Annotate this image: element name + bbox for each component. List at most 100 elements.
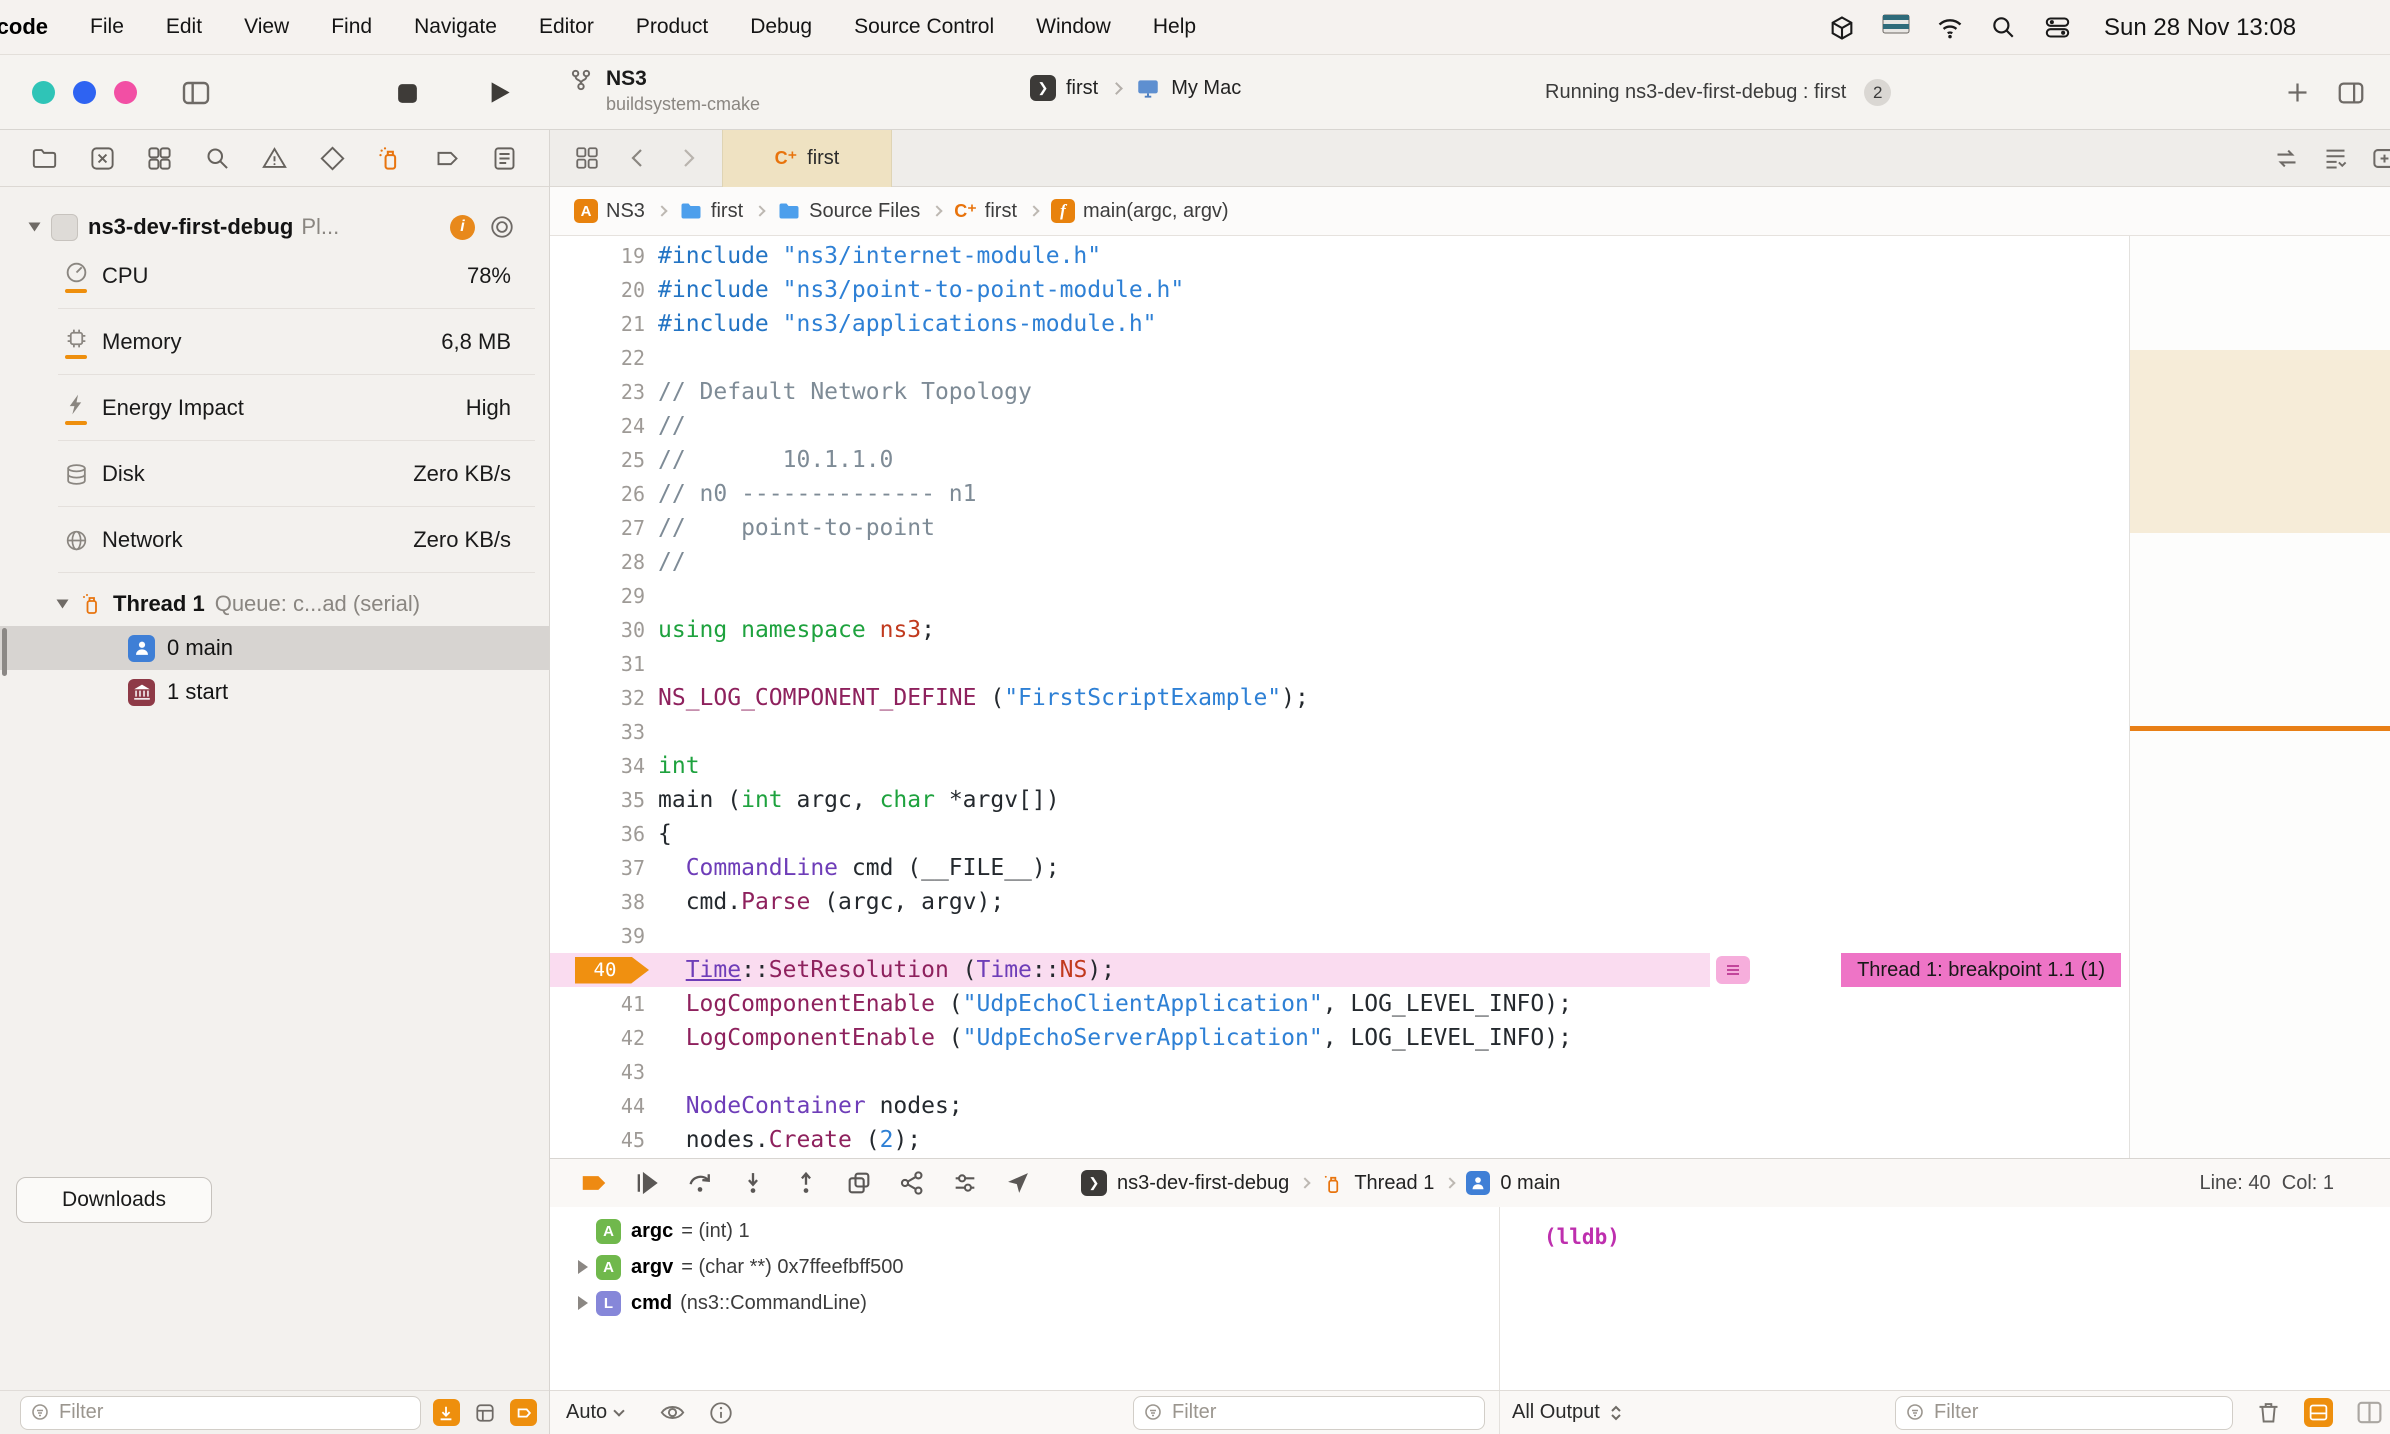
line-number[interactable]: 41 bbox=[550, 992, 645, 1016]
breadcrumb-group-first[interactable]: first bbox=[679, 199, 743, 223]
line-number[interactable]: 29 bbox=[550, 584, 645, 608]
window-zoom-button[interactable] bbox=[114, 81, 137, 104]
debug-navigator-button[interactable] bbox=[373, 141, 407, 175]
menu-item-debug[interactable]: Debug bbox=[750, 15, 812, 39]
memory-graph-button[interactable] bbox=[896, 1167, 928, 1199]
code-text[interactable]: main (int argc, char *argv[]) bbox=[658, 787, 1060, 813]
gauge-row-disk[interactable]: Disk Zero KB/s bbox=[0, 441, 549, 507]
report-navigator-button[interactable] bbox=[488, 141, 522, 175]
stack-frame-main[interactable]: 0 main bbox=[0, 626, 549, 670]
line-number[interactable]: 38 bbox=[550, 890, 645, 914]
menu-item-window[interactable]: Window bbox=[1036, 15, 1111, 39]
line-number[interactable]: 43 bbox=[550, 1060, 645, 1084]
control-center-icon[interactable] bbox=[2044, 14, 2072, 42]
menu-item-view[interactable]: View bbox=[244, 15, 289, 39]
add-editor-button[interactable] bbox=[2371, 145, 2390, 172]
code-text[interactable]: int bbox=[658, 753, 700, 779]
line-number[interactable]: 30 bbox=[550, 618, 645, 642]
source-control-navigator-button[interactable] bbox=[85, 141, 119, 175]
code-text[interactable]: #include "ns3/applications-module.h" bbox=[658, 311, 1157, 337]
step-out-button[interactable] bbox=[790, 1167, 822, 1199]
cube-icon[interactable] bbox=[1828, 14, 1856, 42]
issue-navigator-button[interactable] bbox=[258, 141, 292, 175]
view-hierarchy-button[interactable] bbox=[843, 1167, 875, 1199]
breakpoint-actions-icon[interactable] bbox=[1716, 956, 1750, 984]
menu-app-name[interactable]: Xcode bbox=[0, 14, 48, 40]
line-number[interactable]: 23 bbox=[550, 380, 645, 404]
code-text[interactable]: { bbox=[658, 821, 672, 847]
code-text[interactable]: // bbox=[658, 549, 686, 575]
variable-row-argc[interactable]: A argc = (int) 1 bbox=[550, 1213, 1499, 1249]
related-items-button[interactable] bbox=[574, 145, 600, 171]
code-text[interactable]: cmd.Parse (argc, argv); bbox=[658, 889, 1005, 915]
step-into-button[interactable] bbox=[737, 1167, 769, 1199]
gauge-row-cpu[interactable]: CPU 78% bbox=[0, 243, 549, 309]
view-mode-icon[interactable] bbox=[489, 214, 515, 240]
thread-row[interactable]: Thread 1 Queue: c...ad (serial) bbox=[0, 582, 549, 626]
code-text[interactable]: #include "ns3/internet-module.h" bbox=[658, 243, 1101, 269]
line-number[interactable]: 31 bbox=[550, 652, 645, 676]
continue-button[interactable] bbox=[631, 1167, 663, 1199]
breakpoint-activation-button[interactable] bbox=[578, 1167, 610, 1199]
line-number[interactable]: 34 bbox=[550, 754, 645, 778]
input-source-flag-icon[interactable] bbox=[1882, 14, 1910, 42]
source-editor[interactable]: 19 #include "ns3/internet-module.h" 20 #inc… bbox=[550, 236, 2390, 1158]
variables-pane-toggle-button[interactable] bbox=[2355, 1398, 2384, 1427]
line-number[interactable]: 33 bbox=[550, 720, 645, 744]
downloads-button[interactable]: Downloads bbox=[16, 1177, 212, 1223]
line-number[interactable]: 37 bbox=[550, 856, 645, 880]
breadcrumb-function[interactable]: main(argc, argv) bbox=[1051, 199, 1229, 223]
menu-item-file[interactable]: File bbox=[90, 15, 124, 39]
chevron-down-icon[interactable] bbox=[56, 599, 69, 609]
variable-info-button[interactable] bbox=[708, 1400, 734, 1426]
line-number[interactable]: 20 bbox=[550, 278, 645, 302]
chevron-down-icon[interactable] bbox=[28, 222, 41, 232]
menu-clock[interactable]: Sun 28 Nov 13:08 bbox=[2104, 14, 2296, 42]
variables-scope-selector[interactable]: Auto bbox=[566, 1401, 625, 1424]
forward-button[interactable] bbox=[676, 146, 700, 170]
line-number[interactable]: 35 bbox=[550, 788, 645, 812]
breakpoint-marker[interactable]: 40 bbox=[575, 956, 649, 984]
menu-item-help[interactable]: Help bbox=[1153, 15, 1196, 39]
quick-look-eye-button[interactable] bbox=[659, 1399, 686, 1426]
menu-item-editor[interactable]: Editor bbox=[539, 15, 594, 39]
code-text[interactable]: LogComponentEnable ("UdpEchoClientApplic… bbox=[658, 991, 1572, 1017]
debug-filter-toggle-3-button[interactable] bbox=[510, 1399, 538, 1426]
disclosure-triangle-icon[interactable] bbox=[570, 1296, 596, 1310]
line-number[interactable]: 42 bbox=[550, 1026, 645, 1050]
symbol-navigator-button[interactable] bbox=[143, 141, 177, 175]
code-text[interactable]: CommandLine cmd (__FILE__); bbox=[658, 855, 1060, 881]
gauge-row-memory[interactable]: Memory 6,8 MB bbox=[0, 309, 549, 375]
code-text[interactable]: // bbox=[658, 413, 686, 439]
library-plus-button[interactable] bbox=[2284, 79, 2311, 106]
code-text[interactable]: Time::SetResolution (Time::NS); bbox=[658, 957, 1115, 983]
step-over-button[interactable] bbox=[684, 1167, 716, 1199]
menu-item-product[interactable]: Product bbox=[636, 15, 708, 39]
code-text[interactable]: // point-to-point bbox=[658, 515, 935, 541]
sidebar-toggle-button[interactable] bbox=[180, 77, 212, 109]
line-number[interactable]: 21 bbox=[550, 312, 645, 336]
process-info-icon[interactable] bbox=[450, 214, 475, 240]
issues-count-badge[interactable]: 2 bbox=[1864, 79, 1892, 106]
tab-first[interactable]: first bbox=[722, 129, 892, 187]
code-text[interactable]: using namespace ns3; bbox=[658, 617, 935, 643]
breakpoint-annotation[interactable]: Thread 1: breakpoint 1.1 (1) bbox=[1841, 953, 2121, 987]
gauge-row-energy[interactable]: Energy Impact High bbox=[0, 375, 549, 441]
destination-name[interactable]: My Mac bbox=[1171, 77, 1241, 100]
line-number[interactable]: 36 bbox=[550, 822, 645, 846]
stop-button[interactable] bbox=[395, 81, 420, 106]
line-number[interactable]: 25 bbox=[550, 448, 645, 472]
breadcrumb-source-files[interactable]: Source Files bbox=[777, 199, 920, 223]
editor-layout-button[interactable] bbox=[2322, 145, 2349, 172]
code-text[interactable]: // 10.1.1.0 bbox=[658, 447, 893, 473]
line-number[interactable]: 24 bbox=[550, 414, 645, 438]
console-pane[interactable]: (lldb) bbox=[1500, 1207, 2390, 1390]
line-number[interactable]: 27 bbox=[550, 516, 645, 540]
code-text[interactable]: // Default Network Topology bbox=[658, 379, 1032, 405]
line-number[interactable]: 44 bbox=[550, 1094, 645, 1118]
menu-item-edit[interactable]: Edit bbox=[166, 15, 202, 39]
line-number[interactable]: 19 bbox=[550, 244, 645, 268]
inspector-toggle-button[interactable] bbox=[2336, 78, 2366, 108]
debug-crumb-frame[interactable]: 0 main bbox=[1500, 1172, 1560, 1195]
code-text[interactable]: LogComponentEnable ("UdpEchoServerApplic… bbox=[658, 1025, 1572, 1051]
